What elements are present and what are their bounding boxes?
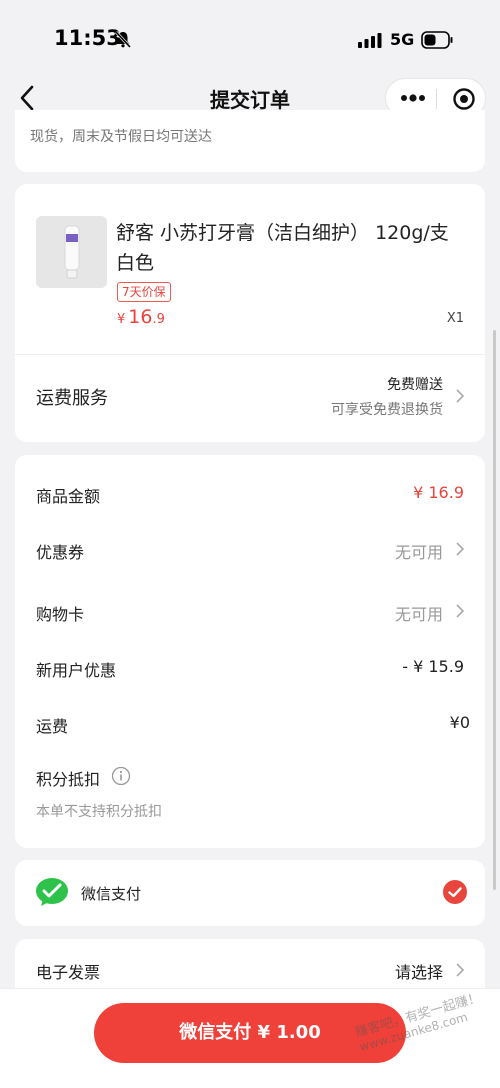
new-user-discount-value: - ¥ 15.9 <box>402 657 464 676</box>
invoice-label: 电子发票 <box>36 963 101 982</box>
shipping-value: 免费赠送 <box>387 377 443 393</box>
info-icon[interactable] <box>111 766 131 786</box>
delivery-card: 现货，周末及节假日均可送达 <box>15 110 485 172</box>
coupon-value: 无可用 <box>394 543 443 562</box>
selected-check-icon[interactable] <box>443 880 467 904</box>
chevron-right-icon <box>456 389 465 403</box>
invoice-value: 请选择 <box>394 963 443 982</box>
product-name[interactable]: 舒客 小苏打牙膏（洁白细护） 120g/支 白色 <box>116 218 466 278</box>
chevron-right-icon <box>456 963 465 977</box>
product-thumbnail[interactable] <box>36 216 107 288</box>
status-time: 11:53 <box>54 26 121 50</box>
payment-method-card[interactable]: 微信支付 <box>15 860 485 926</box>
points-deduct-label: 积分抵扣 <box>36 770 101 789</box>
price-decimal: .9 <box>152 312 165 327</box>
toothpaste-image <box>64 225 80 279</box>
coupon-label: 优惠券 <box>36 543 85 562</box>
chevron-right-icon <box>456 604 465 618</box>
price-summary-card: 商品金额 ¥ 16.9 优惠券 无可用 购物卡 无可用 新用户优惠 - ¥ 15… <box>15 455 485 848</box>
chevron-right-icon <box>456 542 465 556</box>
points-deduct-note: 本单不支持积分抵扣 <box>36 804 162 820</box>
close-mini-program-icon[interactable] <box>452 87 476 111</box>
freight-label: 运费 <box>36 717 69 736</box>
scrollbar[interactable] <box>493 330 496 890</box>
product-price: ¥16.9 <box>117 306 165 328</box>
status-bar: 11:53 5G <box>0 0 500 76</box>
battery-icon <box>421 31 453 49</box>
goods-amount-value: ¥ 16.9 <box>413 483 464 502</box>
product-card: 舒客 小苏打牙膏（洁白细护） 120g/支 白色 7天价保 ¥16.9 X1 运… <box>15 184 485 442</box>
signal-icon <box>358 33 382 48</box>
product-quantity: X1 <box>446 311 464 326</box>
capsule-divider <box>436 89 437 109</box>
more-options-icon[interactable] <box>400 91 426 105</box>
price-protect-tag: 7天价保 <box>117 282 171 302</box>
network-label: 5G <box>390 30 415 49</box>
shipping-sub: 可享受免费退换货 <box>331 402 443 418</box>
shopping-card-label: 购物卡 <box>36 605 85 624</box>
freight-value: ¥0 <box>449 713 470 732</box>
shopping-card-value: 无可用 <box>394 605 443 624</box>
price-integer: 16 <box>128 306 153 328</box>
currency-symbol: ¥ <box>117 312 126 327</box>
divider <box>15 354 485 355</box>
wechat-pay-label: 微信支付 <box>81 885 142 903</box>
new-user-discount-label: 新用户优惠 <box>36 661 117 680</box>
bell-off-icon <box>114 30 132 48</box>
delivery-note: 现货，周末及节假日均可送达 <box>30 129 212 145</box>
wechat-pay-icon <box>36 878 68 906</box>
goods-amount-label: 商品金额 <box>36 487 101 506</box>
shipping-label: 运费服务 <box>36 388 108 409</box>
